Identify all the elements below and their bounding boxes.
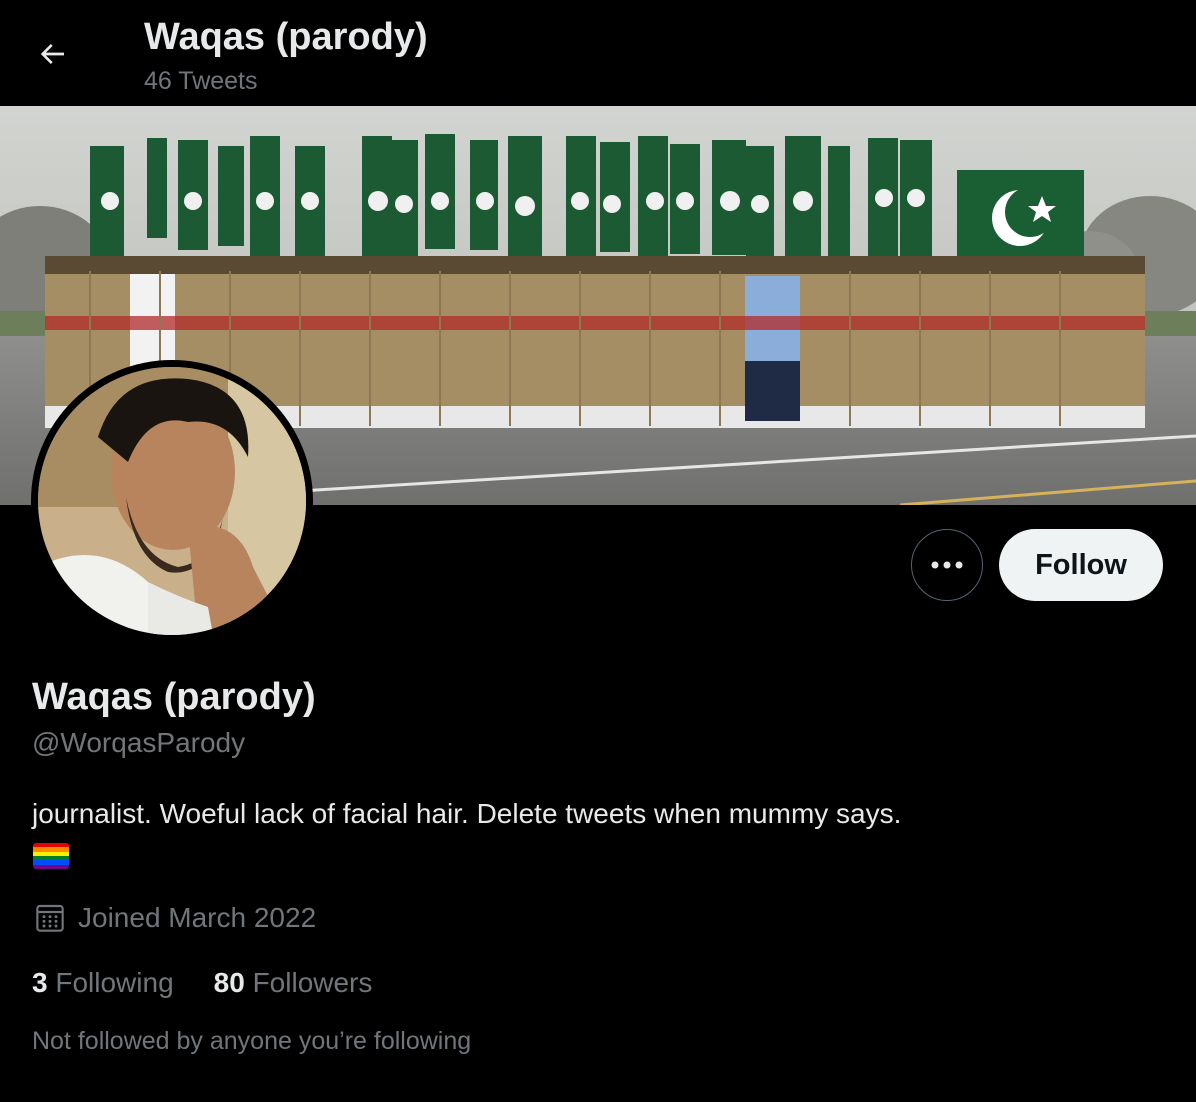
follow-button[interactable]: Follow [999, 529, 1163, 601]
profile-photo-avatar [38, 367, 306, 635]
rainbow-flag-icon [33, 843, 69, 869]
more-options-button[interactable] [911, 529, 983, 601]
joined-date: Joined March 2022 [34, 900, 316, 936]
avatar[interactable] [31, 360, 313, 642]
profile-handle: @WorqasParody [32, 727, 246, 758]
profile-header-bar: Waqas (parody) 46 Tweets [0, 0, 1196, 106]
more-horizontal-icon [931, 561, 963, 569]
back-button[interactable] [28, 30, 76, 78]
joined-text: Joined March 2022 [78, 902, 317, 933]
tweet-count: 46 Tweets [144, 67, 258, 95]
followers-link[interactable]: 80 Followers [214, 967, 373, 999]
profile-bio: journalist. Woeful lack of facial hair. … [32, 798, 902, 829]
following-count: 3 [32, 967, 48, 998]
arrow-left-icon [40, 44, 64, 64]
followers-label: Followers [252, 967, 373, 998]
following-link[interactable]: 3 Following [32, 967, 174, 999]
calendar-icon [36, 904, 64, 932]
followed-by-note: Not followed by anyone you’re following [32, 1027, 472, 1055]
header-title: Waqas (parody) [144, 16, 428, 58]
follow-stats: 3 Following 80 Followers [32, 967, 372, 999]
profile-name: Waqas (parody) [32, 676, 316, 718]
followers-count: 80 [213, 967, 245, 998]
following-label: Following [55, 967, 174, 998]
